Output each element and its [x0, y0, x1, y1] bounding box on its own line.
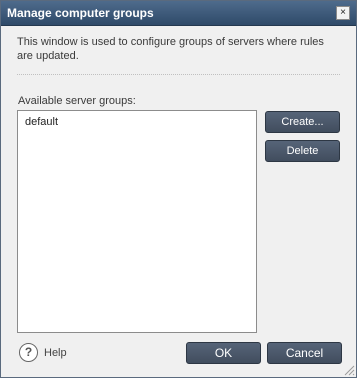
close-icon[interactable]: × — [336, 6, 350, 20]
delete-button[interactable]: Delete — [265, 140, 340, 162]
resize-grip-icon[interactable] — [343, 364, 355, 376]
help-link[interactable]: Help — [44, 347, 67, 359]
ok-button[interactable]: OK — [186, 342, 261, 364]
window-title: Manage computer groups — [7, 6, 154, 20]
list-item[interactable]: default — [25, 116, 58, 128]
server-groups-label: Available server groups: — [18, 95, 136, 107]
dialog-description: This window is used to configure groups … — [17, 36, 324, 62]
server-groups-list[interactable]: default — [17, 110, 257, 333]
title-bar[interactable]: Manage computer groups × — [1, 1, 356, 26]
cancel-button[interactable]: Cancel — [267, 342, 342, 364]
create-button[interactable]: Create... — [265, 111, 340, 133]
divider — [17, 74, 340, 75]
manage-computer-groups-dialog: Manage computer groups × This window is … — [0, 0, 357, 378]
help-icon[interactable]: ? — [19, 343, 38, 362]
